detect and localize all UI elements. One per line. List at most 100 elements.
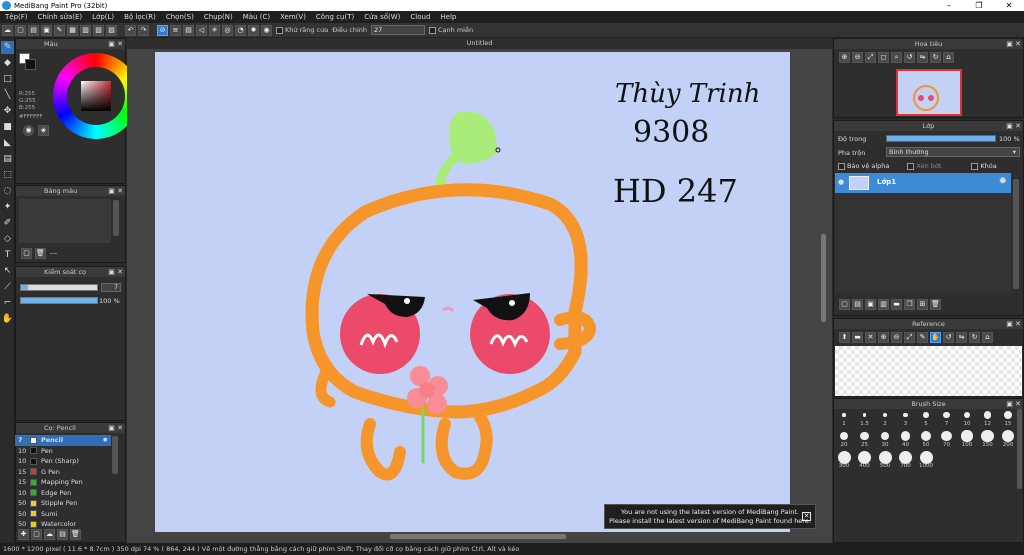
select-eraser-tool-icon[interactable]: ◇ (1, 233, 14, 246)
bucket-tool-icon[interactable]: ◣ (1, 137, 14, 150)
new-file-icon[interactable]: ▢ (15, 24, 26, 36)
frame-icon[interactable]: ▨ (106, 24, 117, 36)
layer-folder-icon[interactable]: ▬ (891, 299, 902, 310)
protect-alpha-checkbox[interactable] (838, 162, 845, 170)
gradient-tool-icon[interactable]: ▤ (1, 153, 14, 166)
brush-size-option[interactable]: 1.5 (856, 409, 874, 429)
menu-color[interactable]: Màu (C) (238, 13, 275, 21)
menu-view[interactable]: Xem(V) (275, 13, 311, 21)
snap-settings-icon[interactable]: ✹ (248, 24, 259, 36)
nav-reset-icon[interactable]: ⌂ (943, 52, 954, 63)
ruler-icon[interactable]: ▧ (93, 24, 104, 36)
gear-icon[interactable]: ✹ (999, 176, 1007, 187)
eraser-tool-icon[interactable]: ◆ (1, 57, 14, 70)
panel-close-icon[interactable]: ▣ ✕ (1006, 39, 1021, 49)
antialias-checkbox[interactable] (276, 26, 283, 34)
update-notice-line2[interactable]: Please install the latest version of Med… (605, 517, 815, 526)
fit-icon[interactable]: ⤢ (865, 52, 876, 63)
reference-open-icon[interactable]: ⬆ (839, 332, 850, 343)
reference-close-icon[interactable]: ✕ (865, 332, 876, 343)
brush-list-item[interactable]: 50 Watercolor (15, 519, 111, 530)
background-color-swatch[interactable] (25, 59, 36, 70)
brush-size-option[interactable]: 500 (876, 450, 894, 471)
brush-size-option[interactable]: 40 (897, 430, 915, 450)
close-window-button[interactable]: ✕ (994, 0, 1024, 11)
select-tool-icon[interactable]: ⬚ (1, 169, 14, 182)
redo-icon[interactable]: ↷ (138, 24, 149, 36)
layer-opacity-slider[interactable] (886, 135, 996, 142)
menu-window[interactable]: Cửa sổ(W) (359, 13, 405, 21)
brush-size-option[interactable]: 15 (999, 409, 1017, 429)
menu-select[interactable]: Chọn(S) (161, 13, 199, 21)
brush-size-slider[interactable] (20, 284, 98, 291)
menu-help[interactable]: Help (435, 13, 461, 21)
hand-tool-icon[interactable]: ✋ (1, 313, 14, 326)
menu-layer[interactable]: Lớp(L) (87, 13, 119, 21)
circle-snap-icon[interactable]: ◎ (222, 24, 233, 36)
panel-close-icon[interactable]: ▣ ✕ (1006, 399, 1021, 409)
maximize-button[interactable]: ❐ (964, 0, 994, 11)
panel-close-icon[interactable]: ▣ ✕ (1006, 121, 1021, 131)
brush-size-option[interactable]: 700 (897, 450, 915, 471)
brush-size-option[interactable]: 20 (835, 430, 853, 450)
fill-rect-tool-icon[interactable]: ■ (1, 121, 14, 134)
zoom-in-icon[interactable]: ⊕ (839, 52, 850, 63)
open-file-icon[interactable]: ▤ (28, 24, 39, 36)
reference-hand-icon[interactable]: ✋ (930, 332, 941, 343)
cross-snap-icon[interactable]: ▤ (183, 24, 194, 36)
brush-list-item[interactable]: 50 Stipple Pen (15, 498, 111, 509)
brush-size-option[interactable]: 2 (876, 409, 894, 429)
new-1bit-layer-icon[interactable]: ▥ (878, 299, 889, 310)
magic-wand-tool-icon[interactable]: ✦ (1, 201, 14, 214)
brush-size-option[interactable]: 200 (999, 429, 1017, 450)
delete-palette-icon[interactable]: 🗑 (35, 248, 46, 259)
brush-size-option[interactable]: 300 (835, 450, 853, 471)
reference-reset-icon[interactable]: ⌂ (982, 332, 993, 343)
lasso-tool-icon[interactable]: ◌ (1, 185, 14, 198)
panel-close-icon[interactable]: ▣ ✕ (108, 39, 123, 49)
shape-tool-icon[interactable]: □ (1, 73, 14, 86)
reference-area[interactable] (835, 346, 1022, 396)
rotate-left-icon[interactable]: ↺ (904, 52, 915, 63)
blend-mode-select[interactable]: Bình thường ▾ (886, 147, 1020, 157)
reference-fit-icon[interactable]: ⤢ (904, 332, 915, 343)
panel-close-icon[interactable]: ▣ ✕ (1006, 319, 1021, 329)
reference-pen-icon[interactable]: ✎ (917, 332, 928, 343)
new-layer-icon[interactable]: ▢ (839, 299, 850, 310)
brush-size-option[interactable]: 12 (979, 409, 997, 429)
brush-size-option[interactable]: 50 (917, 430, 935, 450)
new-8bit-layer-icon[interactable]: ▣ (865, 299, 876, 310)
canvas-vertical-scrollbar[interactable] (821, 234, 826, 322)
reference-rotate-right-icon[interactable]: ↻ (969, 332, 980, 343)
reference-rotate-left-icon[interactable]: ↺ (943, 332, 954, 343)
reference-zoom-in-icon[interactable]: ⊕ (878, 332, 889, 343)
panel-close-icon[interactable]: ▣ ✕ (108, 186, 123, 196)
menu-cloud[interactable]: Cloud (405, 13, 435, 21)
select-pen-tool-icon[interactable]: ✐ (1, 217, 14, 230)
eyedropper-tool-icon[interactable]: ⌐ (1, 297, 14, 310)
lock-checkbox[interactable] (971, 162, 979, 170)
brush-size-option[interactable]: 3 (897, 409, 915, 429)
vanish-snap-icon[interactable]: ◁ (196, 24, 207, 36)
saturation-square[interactable] (81, 81, 111, 111)
operation-tool-icon[interactable]: ↖ (1, 265, 14, 278)
color-mode-icon[interactable]: ◉ (23, 125, 34, 136)
drawing-canvas[interactable]: Thùy Trinh 9308 HD 247 (155, 52, 790, 532)
add-brush-icon[interactable]: ✚ (18, 529, 29, 540)
actual-size-icon[interactable]: ◻ (878, 52, 889, 63)
curve-snap-icon[interactable]: ◔ (235, 24, 246, 36)
brush-copy-icon[interactable]: ▢ (31, 529, 42, 540)
menu-file[interactable]: Tệp(F) (0, 13, 33, 21)
cloud-icon[interactable]: ☁ (2, 24, 13, 36)
palette-scrollbar[interactable] (113, 200, 119, 236)
merge-layer-icon[interactable]: ⊞ (917, 299, 928, 310)
menu-tools[interactable]: Công cụ(T) (311, 13, 359, 21)
new-halftone-layer-icon[interactable]: ▤ (852, 299, 863, 310)
navigator-preview[interactable] (896, 69, 962, 116)
brush-list-item[interactable]: 10 Pen (Sharp) (15, 456, 111, 467)
brush-list-item[interactable]: 15 Mapping Pen (15, 477, 111, 488)
brush-size-option[interactable]: 30 (876, 430, 894, 450)
menu-edit[interactable]: Chỉnh sửa(E) (33, 13, 88, 21)
snap-off-icon[interactable]: ⊘ (157, 24, 168, 36)
undo-icon[interactable]: ↶ (125, 24, 136, 36)
